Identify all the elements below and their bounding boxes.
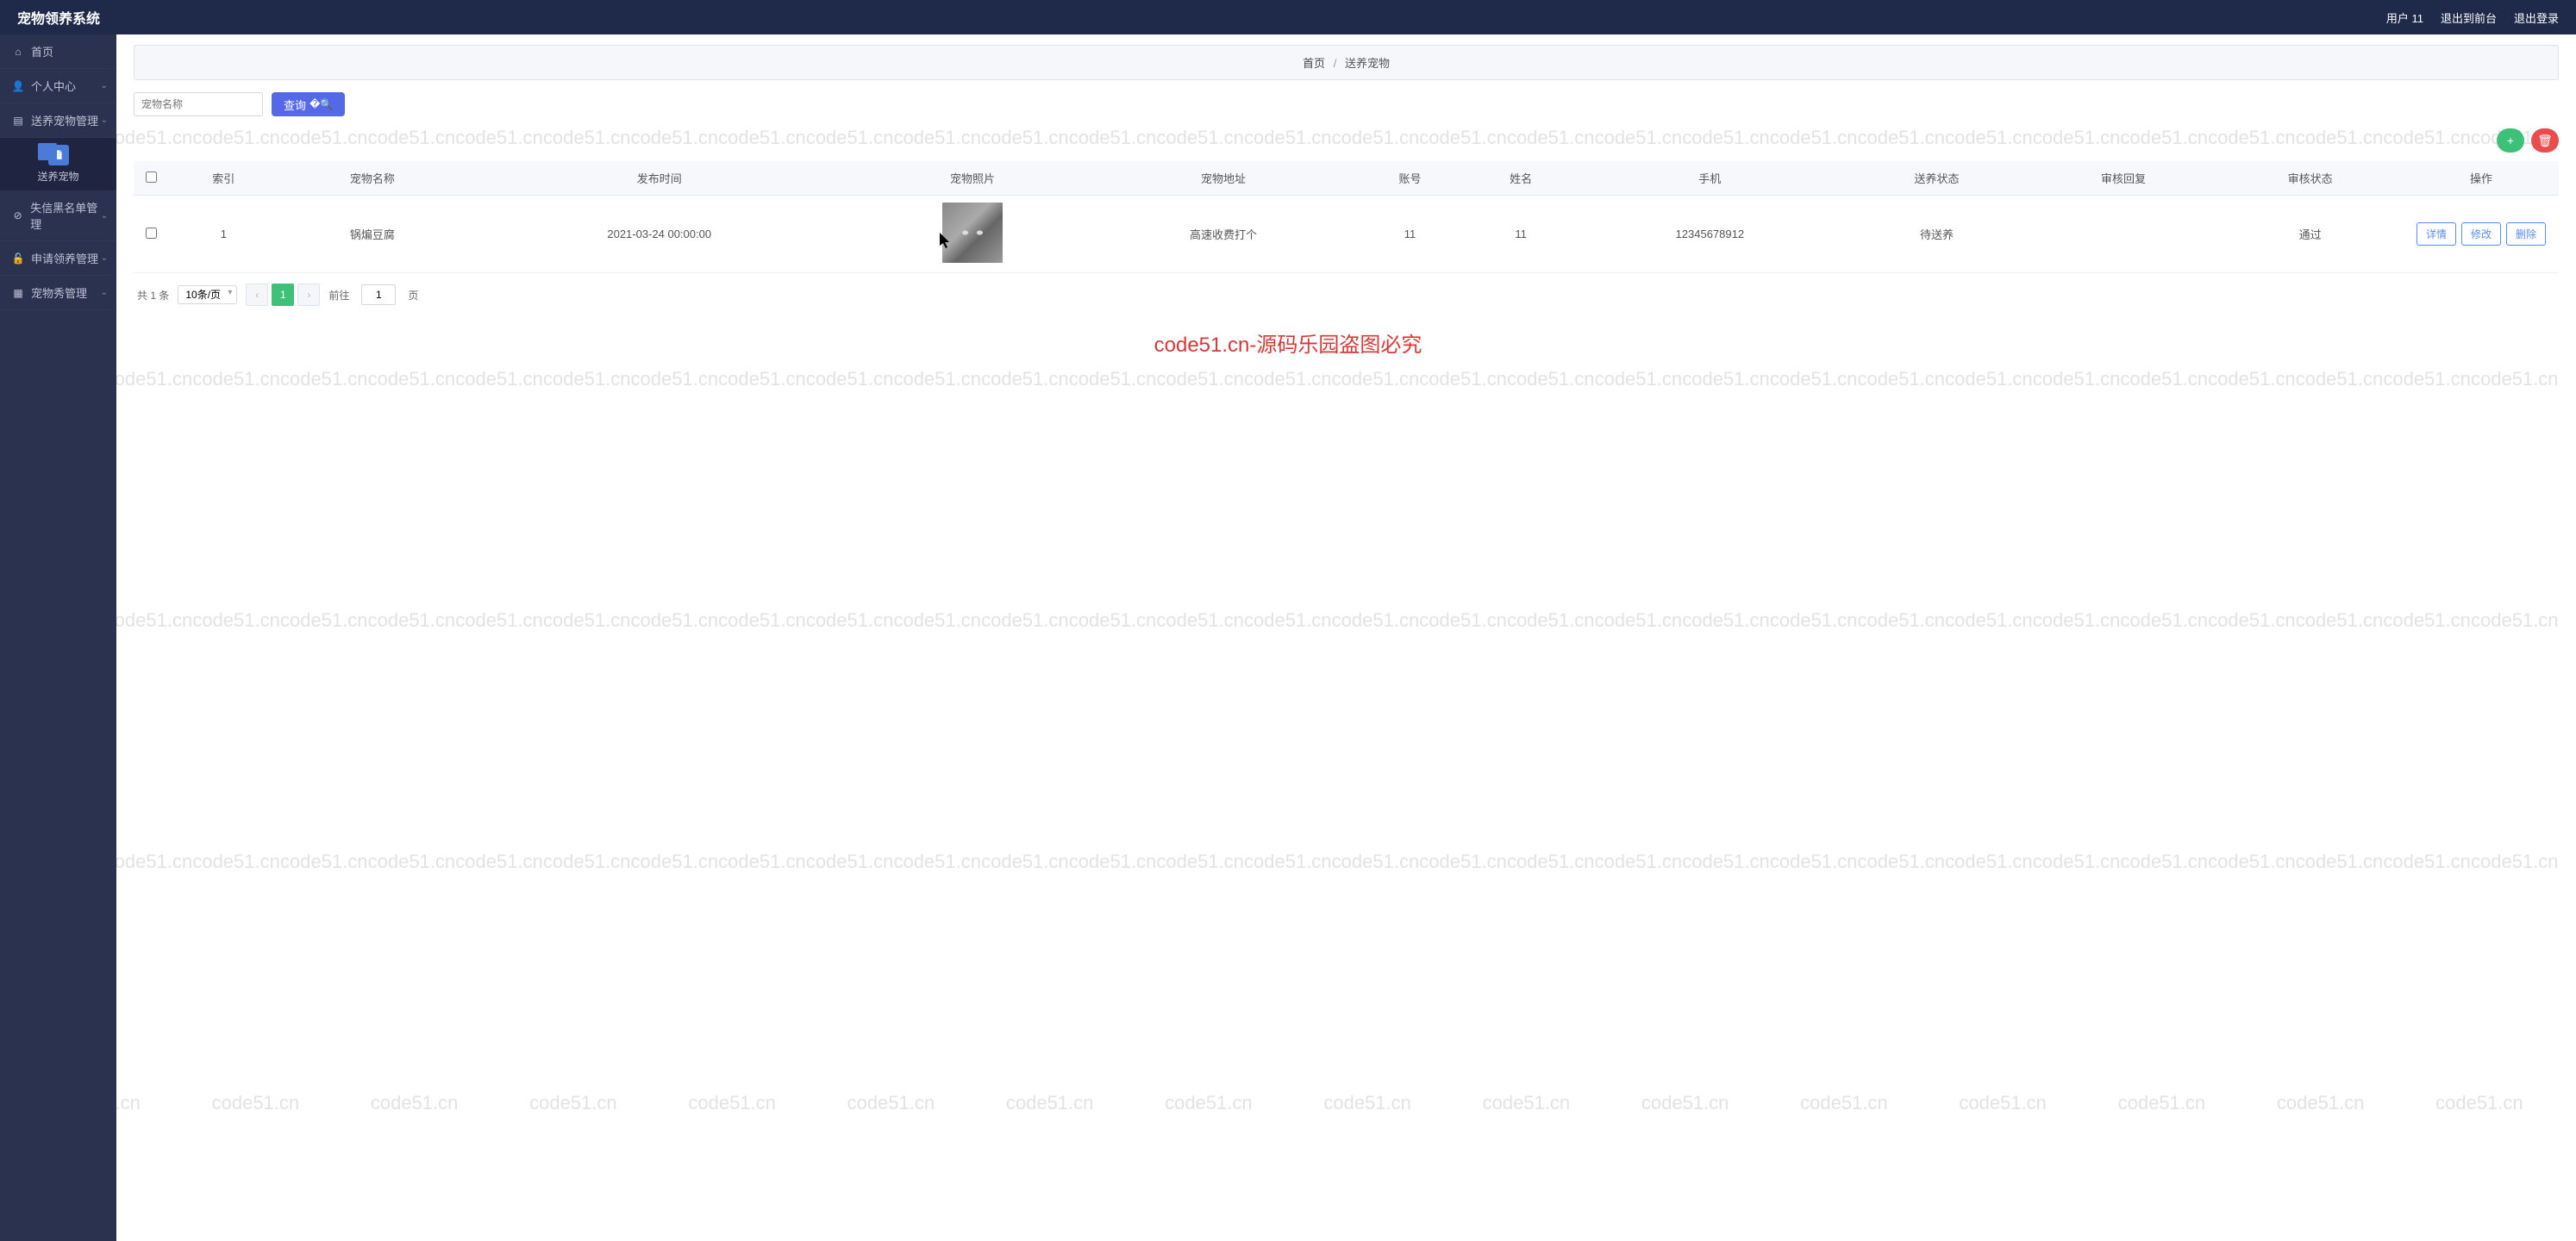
row-checkbox[interactable]	[146, 228, 157, 239]
th-name: 姓名	[1466, 161, 1577, 196]
cell-name: 11	[1466, 196, 1577, 273]
cell-index: 1	[168, 196, 279, 273]
th-actions: 操作	[2404, 161, 2559, 196]
sidebar-sub-send-pet[interactable]: 📄 送养宠物	[0, 138, 116, 190]
th-review-reply: 审核回复	[2030, 161, 2217, 196]
chevron-down-icon: ⌄	[101, 81, 108, 90]
breadcrumb: 首页 / 送养宠物	[134, 45, 2559, 80]
search-input[interactable]	[134, 92, 263, 116]
sidebar-item-label: 首页	[31, 43, 53, 59]
data-table: 索引 宠物名称 发布时间 宠物照片 宠物地址 账号 姓名 手机 送养状态 审核回…	[134, 161, 2559, 273]
pet-photo-thumbnail[interactable]	[942, 203, 1003, 263]
sidebar-item-home[interactable]: ⌂ 首页	[0, 34, 116, 69]
sidebar-item-adopt-apply[interactable]: 🔓 申请领养管理 ⌄	[0, 241, 116, 276]
next-page-button[interactable]: ›	[297, 284, 320, 306]
page-suffix: 页	[408, 288, 418, 302]
th-index: 索引	[168, 161, 279, 196]
header-right: 用户 11 退出到前台 退出登录	[2386, 9, 2559, 26]
chevron-down-icon: ⌄	[101, 115, 108, 125]
chevron-down-icon: ⌄	[101, 211, 108, 221]
breadcrumb-home[interactable]: 首页	[1303, 57, 1325, 70]
cell-send-status: 待送养	[1843, 196, 2030, 273]
table-row: 1 锅煸豆腐 2021-03-24 00:00:00 高速收费打个 11 11 …	[134, 196, 2559, 273]
grid-icon: ▦	[12, 287, 24, 299]
th-account: 账号	[1354, 161, 1466, 196]
sidebar: ⌂ 首页 👤 个人中心 ⌄ ▤ 送养宠物管理 ⌄ 📄 送养宠物 ⊘ 失信黑名单管…	[0, 34, 116, 1241]
lock-icon: 🔓	[12, 253, 24, 265]
page-size-select[interactable]: 10条/页	[178, 285, 237, 304]
sidebar-item-pet-show[interactable]: ▦ 宠物秀管理 ⌄	[0, 276, 116, 310]
th-review-status: 审核状态	[2216, 161, 2404, 196]
th-pet-name: 宠物名称	[279, 161, 466, 196]
trash-icon: 🗑	[2537, 134, 2553, 148]
search-button[interactable]: 查询 �🔍	[272, 92, 345, 116]
chevron-down-icon: ⌄	[101, 288, 108, 297]
breadcrumb-current: 送养宠物	[1345, 57, 1390, 70]
delete-button[interactable]: 🗑	[2531, 128, 2559, 153]
page-number-button[interactable]: 1	[272, 284, 294, 306]
active-indicator	[38, 143, 57, 160]
cell-review-reply	[2030, 196, 2217, 273]
user-icon: 👤	[12, 80, 24, 92]
top-header: 宠物领养系统 用户 11 退出到前台 退出登录	[0, 0, 2576, 34]
plus-icon: +	[2507, 134, 2514, 147]
sidebar-item-label: 个人中心	[31, 78, 76, 94]
home-icon: ⌂	[12, 46, 24, 58]
prev-page-button[interactable]: ‹	[246, 284, 268, 306]
edit-button[interactable]: 修改	[2461, 222, 2501, 246]
cell-account: 11	[1354, 196, 1466, 273]
chevron-down-icon: ⌄	[101, 253, 108, 263]
sidebar-item-label: 宠物秀管理	[31, 284, 87, 301]
app-title: 宠物领养系统	[17, 7, 100, 28]
cell-phone: 12345678912	[1576, 196, 1843, 273]
table-header-row: 索引 宠物名称 发布时间 宠物照片 宠物地址 账号 姓名 手机 送养状态 审核回…	[134, 161, 2559, 196]
logout-link[interactable]: 退出登录	[2514, 9, 2559, 26]
row-actions: 详情 修改 删除	[2409, 222, 2554, 246]
search-row: 查询 �🔍	[134, 92, 2559, 116]
th-address: 宠物地址	[1092, 161, 1355, 196]
goto-page-input[interactable]	[361, 284, 396, 305]
sidebar-item-label: 送养宠物管理	[31, 112, 98, 128]
clock-icon: ⊘	[12, 209, 23, 221]
breadcrumb-separator: /	[1334, 57, 1337, 70]
th-pet-photo: 宠物照片	[853, 161, 1091, 196]
search-button-label: 查询	[284, 97, 306, 113]
total-count: 共 1 条	[137, 288, 169, 302]
select-all-checkbox[interactable]	[146, 171, 157, 183]
cell-address: 高速收费打个	[1092, 196, 1355, 273]
pagination: 共 1 条 10条/页 ‹ 1 › 前往 页	[134, 273, 2559, 316]
th-send-status: 送养状态	[1843, 161, 2030, 196]
sidebar-item-label: 申请领养管理	[31, 250, 98, 266]
list-icon: ▤	[12, 115, 24, 127]
page-nav: ‹ 1 ›	[246, 284, 320, 306]
center-watermark: code51.cn-源码乐园盗图必究	[1154, 327, 1422, 358]
user-label[interactable]: 用户 11	[2386, 9, 2423, 26]
sidebar-sub-label: 送养宠物	[37, 169, 78, 184]
logout-front-link[interactable]: 退出到前台	[2441, 9, 2497, 26]
row-delete-button[interactable]: 删除	[2506, 222, 2546, 246]
sidebar-item-profile[interactable]: 👤 个人中心 ⌄	[0, 69, 116, 103]
search-icon: �🔍	[309, 98, 333, 110]
sidebar-submenu: 📄 送养宠物	[0, 138, 116, 190]
th-publish-time: 发布时间	[466, 161, 853, 196]
add-button[interactable]: +	[2497, 128, 2524, 153]
th-phone: 手机	[1576, 161, 1843, 196]
sidebar-item-blacklist[interactable]: ⊘ 失信黑名单管理 ⌄	[0, 190, 116, 241]
main-content: 首页 / 送养宠物 查询 �🔍 + 🗑 索引 宠物名称 发布时间 宠物照片 宠物…	[116, 34, 2576, 327]
goto-label: 前往	[328, 288, 349, 302]
sidebar-item-label: 失信黑名单管理	[30, 199, 104, 232]
cell-review-status: 通过	[2216, 196, 2404, 273]
action-buttons: + 🗑	[134, 128, 2559, 153]
sidebar-item-send-pet[interactable]: ▤ 送养宠物管理 ⌄	[0, 103, 116, 138]
cell-publish-time: 2021-03-24 00:00:00	[466, 196, 853, 273]
cell-pet-name: 锅煸豆腐	[279, 196, 466, 273]
detail-button[interactable]: 详情	[2417, 222, 2456, 246]
